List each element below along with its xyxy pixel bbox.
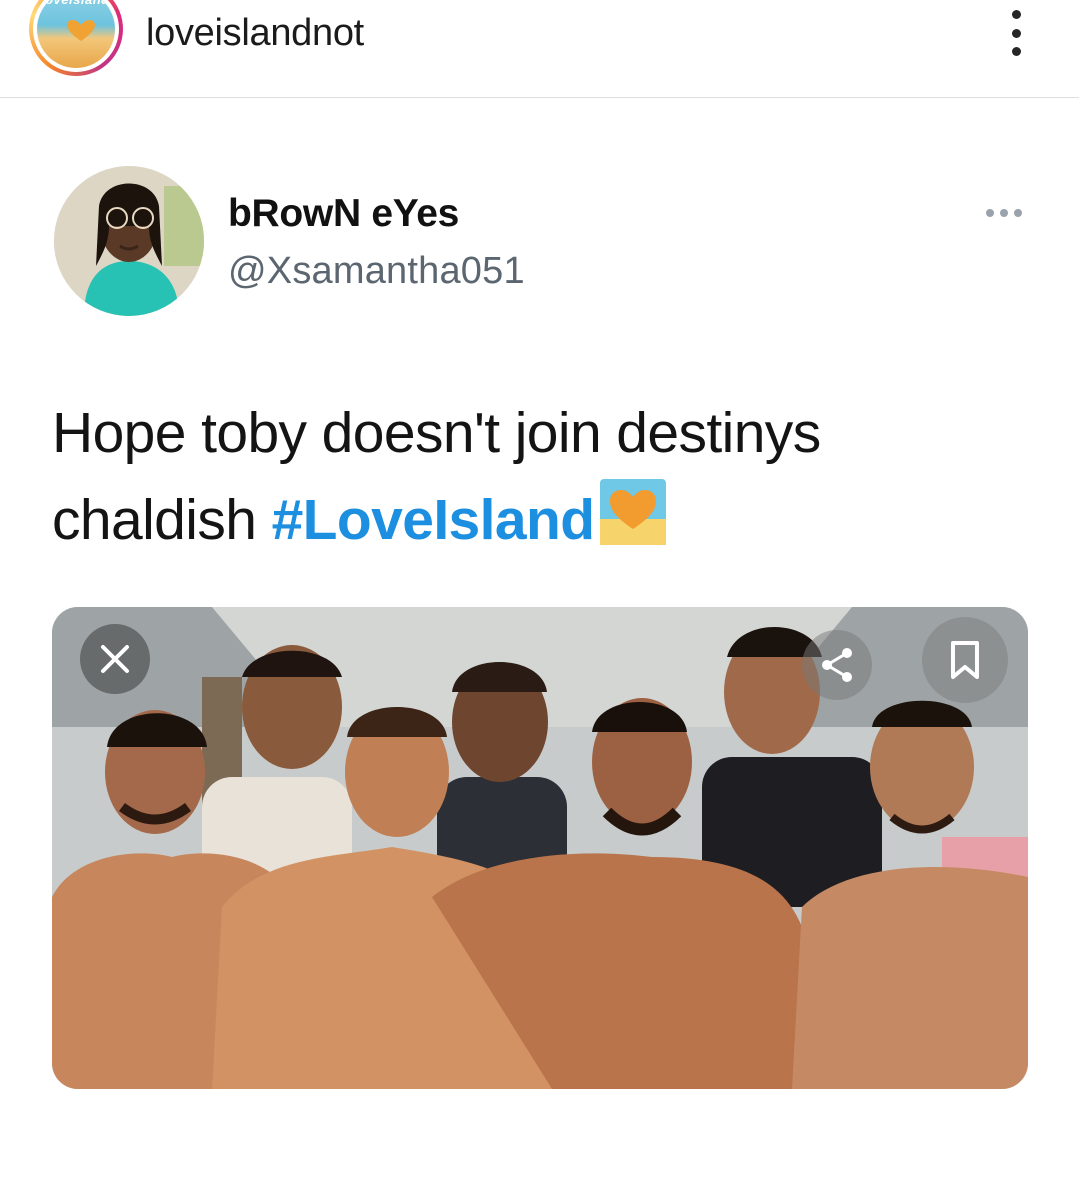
- avatar-logo-text: loveisland: [41, 0, 110, 7]
- vertical-ellipsis-icon[interactable]: [1004, 10, 1028, 56]
- tweet-author-avatar[interactable]: [54, 166, 204, 316]
- instagram-post-header: loveisland loveislandnot: [0, 0, 1079, 98]
- post-username[interactable]: loveislandnot: [146, 12, 364, 55]
- tweet-display-name[interactable]: bRowN eYes: [228, 192, 459, 236]
- profile-avatar: loveisland: [37, 0, 115, 68]
- bookmark-icon[interactable]: [922, 617, 1008, 703]
- horizontal-ellipsis-icon[interactable]: [986, 209, 1022, 219]
- tweet-handle[interactable]: @Xsamantha051: [228, 250, 525, 293]
- close-icon[interactable]: [80, 624, 150, 694]
- tweet-media-image[interactable]: [52, 607, 1028, 1089]
- tweet-hashtag[interactable]: #LoveIsland: [272, 488, 595, 552]
- tweet-text: Hope toby doesn't join destinys chaldish…: [52, 390, 1012, 564]
- heart-logo-icon: [67, 20, 95, 41]
- love-island-heart-icon: [600, 479, 667, 545]
- profile-avatar-ring[interactable]: loveisland: [29, 0, 123, 76]
- group-photo: [52, 607, 1028, 1089]
- share-icon[interactable]: [802, 630, 872, 700]
- avatar-portrait: [54, 166, 204, 316]
